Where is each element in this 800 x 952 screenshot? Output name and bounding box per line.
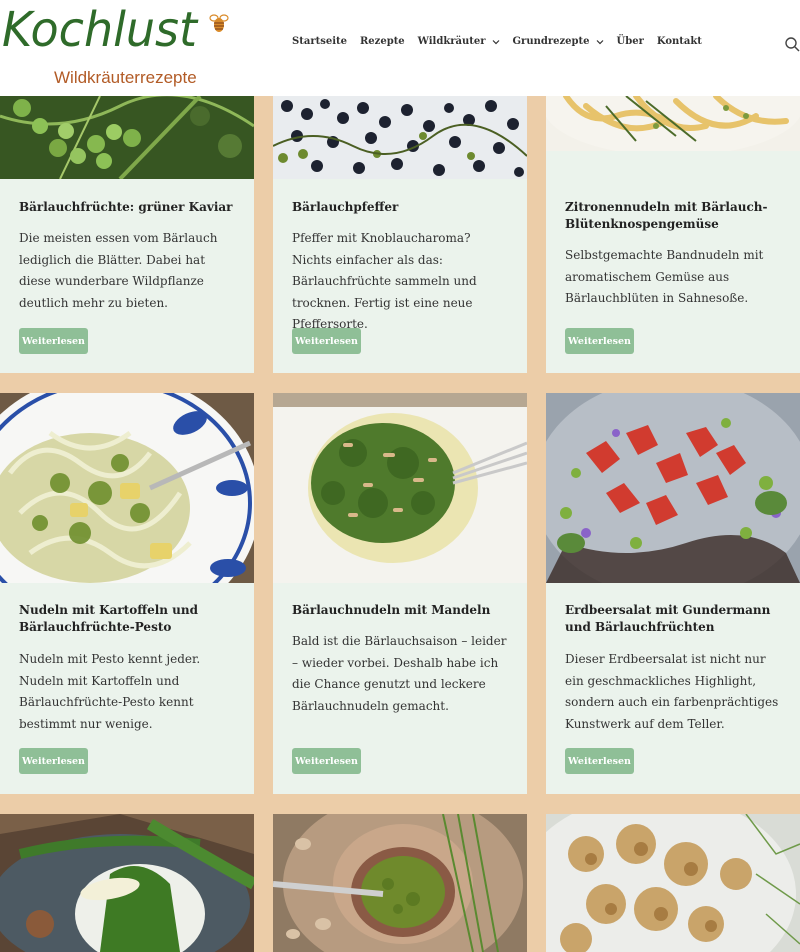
chevron-down-icon bbox=[596, 39, 603, 44]
recipe-image-pesto-bowl[interactable] bbox=[273, 814, 527, 952]
read-more-button[interactable]: Weiterlesen bbox=[19, 748, 88, 774]
recipe-title[interactable]: Bärlauchnudeln mit Mandeln bbox=[292, 602, 513, 619]
read-more-button[interactable]: Weiterlesen bbox=[292, 748, 361, 774]
logo-subtitle[interactable]: Wildkräuterrezepte bbox=[54, 68, 197, 88]
read-more-button[interactable]: Weiterlesen bbox=[292, 328, 361, 354]
nav-item-label: Wildkräuter bbox=[417, 36, 486, 47]
main-nav: Startseite Rezepte Wildkräuter Grundreze… bbox=[292, 36, 715, 47]
recipe-image-noodles-almonds[interactable] bbox=[273, 393, 527, 583]
recipe-card: Bärlauchnudeln mit Mandeln Bald ist die … bbox=[273, 393, 527, 794]
nav-item-ueber[interactable]: Über bbox=[617, 36, 644, 47]
recipe-excerpt: Nudeln mit Pesto kennt jeder. Nudeln mit… bbox=[19, 652, 201, 731]
recipe-card: Zitronennudeln mit Bärlauch-Blütenknospe… bbox=[546, 96, 800, 373]
bee-icon bbox=[209, 14, 229, 32]
recipe-card: Bärlauchpfeffer Pfeffer mit Knoblaucharo… bbox=[273, 96, 527, 373]
nav-item-label: Grundrezepte bbox=[512, 36, 590, 47]
recipe-image-dried-pepper[interactable] bbox=[273, 96, 527, 179]
recipe-title[interactable]: Zitronennudeln mit Bärlauch-Blütenknospe… bbox=[565, 199, 786, 233]
nav-item-grundrezepte[interactable]: Grundrezepte bbox=[513, 36, 604, 47]
recipe-excerpt: Bald ist die Bärlauchsaison – leider – w… bbox=[292, 634, 507, 713]
nav-item-label: Startseite bbox=[292, 36, 347, 47]
nav-item-kontakt[interactable]: Kontakt bbox=[657, 36, 702, 47]
site-header: Kochlust Wildkräuterrezepte Startseite R… bbox=[0, 0, 800, 96]
logo-title[interactable]: Kochlust bbox=[2, 1, 197, 58]
recipe-excerpt: Die meisten essen vom Bärlauch lediglich… bbox=[19, 231, 218, 310]
recipe-image-strawberry-salad[interactable] bbox=[546, 393, 800, 583]
recipe-title[interactable]: Erdbeersalat mit Gundermann und Bärlauch… bbox=[565, 602, 786, 636]
recipe-card: Bärlauchfrüchte: grüner Kaviar Die meist… bbox=[0, 96, 254, 373]
read-more-button[interactable]: Weiterlesen bbox=[565, 748, 634, 774]
recipe-card bbox=[546, 814, 800, 952]
recipe-card: Erdbeersalat mit Gundermann und Bärlauch… bbox=[546, 393, 800, 794]
recipe-image-green-berries[interactable] bbox=[0, 96, 254, 179]
recipe-title[interactable]: Bärlauchfrüchte: grüner Kaviar bbox=[19, 199, 240, 216]
nav-item-label: Rezepte bbox=[359, 36, 405, 47]
recipe-grid: Bärlauchfrüchte: grüner Kaviar Die meist… bbox=[0, 0, 800, 952]
recipe-title[interactable]: Nudeln mit Kartoffeln und Bärlauchfrücht… bbox=[19, 602, 240, 636]
recipe-image-fried-flowers[interactable] bbox=[546, 814, 800, 952]
nav-item-label: Über bbox=[616, 36, 644, 47]
recipe-card bbox=[0, 814, 254, 952]
recipe-image-asparagus-dish[interactable] bbox=[0, 814, 254, 952]
read-more-button[interactable]: Weiterlesen bbox=[565, 328, 634, 354]
read-more-button[interactable]: Weiterlesen bbox=[19, 328, 88, 354]
nav-item-label: Kontakt bbox=[656, 36, 702, 47]
recipe-card: Nudeln mit Kartoffeln und Bärlauchfrücht… bbox=[0, 393, 254, 794]
chevron-down-icon bbox=[492, 39, 499, 44]
recipe-excerpt: Dieser Erdbeersalat ist nicht nur ein ge… bbox=[565, 652, 779, 731]
search-icon[interactable] bbox=[784, 36, 800, 52]
recipe-card bbox=[273, 814, 527, 952]
nav-item-rezepte[interactable]: Rezepte bbox=[360, 36, 405, 47]
nav-item-wildkraeuter[interactable]: Wildkräuter bbox=[418, 36, 500, 47]
recipe-image-lemon-noodles[interactable] bbox=[546, 96, 800, 151]
recipe-excerpt: Selbstgemachte Bandnudeln mit aromatisch… bbox=[565, 248, 764, 305]
recipe-title[interactable]: Bärlauchpfeffer bbox=[292, 199, 513, 216]
recipe-excerpt: Pfeffer mit Knoblaucharoma? Nichts einfa… bbox=[292, 231, 477, 331]
nav-item-startseite[interactable]: Startseite bbox=[292, 36, 347, 47]
recipe-image-pesto-pasta[interactable] bbox=[0, 393, 254, 583]
